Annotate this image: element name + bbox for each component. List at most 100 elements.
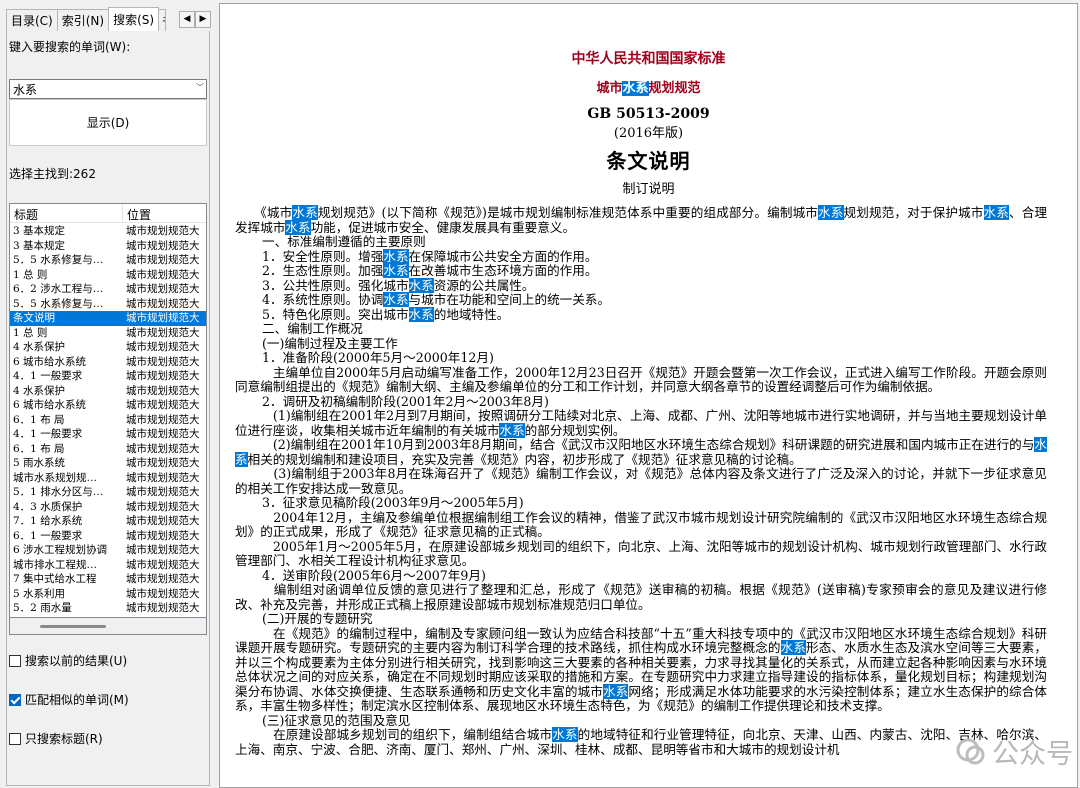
search-titles-only-option[interactable]: 只搜索标题(R) <box>9 730 103 747</box>
search-highlight: 水系 <box>383 292 409 307</box>
text-run: 在改善城市生态环境方面的作用。 <box>408 263 598 278</box>
checkbox-unchecked[interactable] <box>9 654 21 667</box>
list-item[interactable]: 4 水系保护 城市规划规范大 <box>10 384 206 399</box>
search-text-field[interactable] <box>10 80 192 98</box>
list-item[interactable]: 5．5 水系修复与… 城市规划规范大 <box>10 253 206 268</box>
list-item[interactable]: 7．1 给水系统 城市规划规范大 <box>10 514 206 529</box>
result-location: 城市规划规范大 <box>126 225 200 237</box>
text-run: 1．准备阶段(2000年5月～2000年12月) <box>262 350 494 365</box>
column-divider[interactable] <box>122 204 123 222</box>
result-location: 城市规划规范大 <box>126 558 200 571</box>
list-item[interactable]: 6．1 布 局 城市规划规范大 <box>10 442 206 457</box>
horizontal-scrollbar[interactable] <box>9 618 207 635</box>
document-heading: 2．调研及初稿编制阶段(2001年2月～2003年8月) <box>235 394 1047 410</box>
list-item[interactable]: 6 涉水工程规划协调 城市规划规范大 <box>10 543 206 558</box>
tab-bookmarks[interactable]: 书 <box>158 9 167 31</box>
list-item[interactable]: 4．1 一般要求 城市规划规范大 <box>10 427 206 442</box>
document-heading: 5．特色化原则。突出城市水系的地域特性。 <box>235 306 1047 323</box>
list-item[interactable]: 5．2 雨水量 城市规划规范大 <box>10 601 206 616</box>
results-header: 标题 位置 <box>10 204 206 223</box>
result-location: 城市规划规范大 <box>126 428 200 440</box>
column-header-title[interactable]: 标题 <box>14 206 38 223</box>
document-heading: (一)编制过程及主要工作 <box>235 336 1047 352</box>
title-part: 城市 <box>596 81 623 96</box>
document-paragraph: 2004年12月，主编及参编单位根据编制组工作会议的精神，借鉴了武汉市城市规划设… <box>235 509 1047 540</box>
result-title: 6．2 涉水工程与… <box>13 283 104 295</box>
list-item[interactable]: 6 城市给水系统 城市规划规范大 <box>10 398 206 413</box>
text-run: 2005年1月～2005年5月，在原建设部城乡规划司的组织下，向北京、上海、沈阳… <box>235 538 1047 568</box>
text-run: 《城市 <box>235 205 293 220</box>
result-location: 城市规划规范大 <box>126 457 200 469</box>
result-location: 城市规划规范大 <box>126 573 200 585</box>
checkbox-unchecked[interactable] <box>9 732 21 745</box>
column-header-location[interactable]: 位置 <box>127 206 151 223</box>
result-title: 7．1 给水系统 <box>13 515 83 527</box>
scrollbar-thumb[interactable] <box>40 625 106 628</box>
search-titles-only-label: 只搜索标题(R) <box>25 732 103 746</box>
search-input[interactable]: ﹀ <box>9 79 207 99</box>
checkbox-checked[interactable] <box>9 693 21 706</box>
list-item[interactable]: 6．1 一般要求 城市规划规范大 <box>10 529 206 544</box>
tab-scroll-right-button[interactable]: ▶ <box>195 11 211 28</box>
list-item[interactable]: 6．2 涉水工程与… 城市规划规范大 <box>10 282 206 297</box>
result-title: 条文说明 <box>13 312 55 324</box>
list-item[interactable]: 3 基本规定 城市规划规范大 <box>10 224 206 239</box>
list-item[interactable]: 5．1 排水分区与… 城市规划规范大 <box>10 485 206 500</box>
list-item[interactable]: 6 城市给水系统 城市规划规范大 <box>10 355 206 370</box>
text-run: 编制组对函调单位反馈的意见进行了整理和汇总，形成了《规范》送审稿的初稿。根据《规… <box>235 582 1047 612</box>
list-item[interactable]: 4．3 水质保护 城市规划规范大 <box>10 500 206 515</box>
display-button[interactable]: 显示(D) <box>9 99 207 146</box>
list-item[interactable]: 城市水系规划规… 城市规划规范大 <box>10 471 206 486</box>
list-item[interactable]: 4．1 一般要求 城市规划规范大 <box>10 369 206 384</box>
result-title: 4 水系保护 <box>13 341 66 353</box>
list-item[interactable]: 4 水系保护 城市规划规范大 <box>10 340 206 355</box>
result-location: 城市规划规范大 <box>126 399 200 411</box>
tab-contents[interactable]: 目录(C) <box>6 9 58 31</box>
standard-title: 中华人民共和国国家标准 <box>571 51 726 67</box>
document-paragraph: (3)编制组于2003年8月在珠海召开了《规范》编制工作会议，对《规范》总体内容… <box>235 466 1047 496</box>
text-run: 3．征求意见稿阶段(2003年9月～2005年5月) <box>262 495 524 510</box>
search-highlight: 水系 <box>818 205 844 220</box>
text-run: (三)征求意见的范围及意见 <box>262 712 411 728</box>
search-highlight: 水系 <box>499 422 525 438</box>
result-title: 5 雨水系统 <box>13 457 66 469</box>
result-title: 5．2 雨水量 <box>13 602 72 614</box>
tab-search[interactable]: 搜索(S) <box>108 7 160 31</box>
match-similar-words-label: 匹配相似的单词(M) <box>25 693 129 707</box>
tab-scroll-left-button[interactable]: ◀ <box>179 11 195 28</box>
text-run: 规划规范》(以下简称《规范》)是城市规划编制标准规范体系中重要的组成部分。编制城… <box>317 205 819 220</box>
document-heading: 4．系统性原则。协调水系与城市在功能和空间上的统一关系。 <box>235 292 1047 308</box>
list-item[interactable]: 3 基本规定 城市规划规范大 <box>10 239 206 254</box>
document-viewer[interactable]: 中华人民共和国国家标准 城市水系规划规范 GB 50513-2009 (2016… <box>219 3 1078 788</box>
results-list[interactable]: 标题 位置 3 基本规定 城市规划规范大 3 基本规定 城市规划规范大 5．5 水系修复… <box>9 203 207 618</box>
search-highlight: 水系 <box>983 205 1009 220</box>
result-location: 城市规划规范大 <box>126 442 200 455</box>
list-item[interactable]: 5 雨水系统 城市规划规范大 <box>10 456 206 471</box>
list-item[interactable]: 城市排水工程规… 城市规划规范大 <box>10 558 206 573</box>
document-paragraph: 2005年1月～2005年5月，在原建设部城乡规划司的组织下，向北京、上海、沈阳… <box>235 538 1047 569</box>
list-item[interactable]: 5 水系利用 城市规划规范大 <box>10 587 206 602</box>
search-highlight: 水系 <box>292 205 318 220</box>
result-title: 1 总 则 <box>13 268 48 281</box>
tab-strip: 目录(C) 索引(N) 搜索(S) 书 <box>6 7 167 31</box>
list-item[interactable]: 1 总 则 城市规划规范大 <box>10 268 206 283</box>
document-body: 《城市水系规划规范》(以下简称《规范》)是城市规划编制标准规范体系中重要的组成部… <box>235 205 1047 757</box>
result-location: 城市规划规范大 <box>126 268 200 281</box>
wechat-icon <box>956 737 986 767</box>
list-item[interactable]: 6．1 布 局 城市规划规范大 <box>10 413 206 428</box>
result-title: 5 水系利用 <box>13 587 66 600</box>
text-run: 1．安全性原则。增强 <box>262 248 384 264</box>
text-run: 2004年12月，主编及参编单位根据编制组工作会议的精神，借鉴了武汉市城市规划设… <box>235 509 1047 539</box>
chevron-down-icon[interactable]: ﹀ <box>196 82 204 93</box>
result-location: 城市规划规范大 <box>126 602 200 614</box>
result-title: 4．1 一般要求 <box>13 370 83 382</box>
result-title: 5．5 水系修复与… <box>13 254 104 266</box>
list-item[interactable]: 1 总 则 城市规划规范大 <box>10 326 206 341</box>
list-item[interactable]: 5．5 水系修复与… 城市规划规范大 <box>10 297 206 312</box>
tab-index[interactable]: 索引(N) <box>56 9 110 31</box>
list-item[interactable]: 7 集中式给水工程 城市规划规范大 <box>10 572 206 587</box>
list-item[interactable]: 条文说明 城市规划规范大 <box>10 311 206 326</box>
result-title: 4．1 一般要求 <box>13 428 83 440</box>
search-previous-results-option[interactable]: 搜索以前的结果(U) <box>9 652 127 669</box>
match-similar-words-option[interactable]: 匹配相似的单词(M) <box>9 691 129 708</box>
